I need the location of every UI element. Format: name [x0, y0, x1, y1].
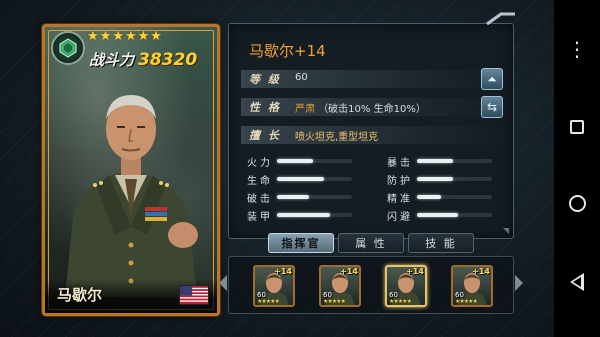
roster-portrait[interactable]: +14 60 ★★★★★ [253, 265, 295, 307]
stat-7: 闪避 [387, 208, 507, 224]
personality-row: 性 格 严肃 （破击10% 生命10%） ⇆ [241, 96, 507, 118]
portrait-stars: ★★★★★ [455, 298, 478, 305]
stat-label: 破击 [247, 194, 273, 205]
menu-dots-icon[interactable]: ⋮ [567, 39, 587, 59]
stat-bar [417, 195, 492, 199]
stat-bar [277, 213, 352, 217]
stat-bar [277, 177, 352, 181]
stat-1: 暴击 [387, 154, 507, 170]
roster-portrait[interactable]: +14 60 ★★★★★ [319, 265, 361, 307]
change-personality-button[interactable]: ⇆ [481, 96, 503, 118]
collapse-chevron-icon[interactable] [485, 12, 517, 26]
stat-bar [417, 213, 492, 217]
stat-label: 精准 [387, 194, 413, 205]
commander-info-panel: 马歇尔+14 等 级 60 ⏶ 性 格 严肃 （破击10% 生命10%） ⇆ 擅… [228, 12, 515, 239]
roster-portrait[interactable]: +14 60 ★★★★★ [451, 265, 493, 307]
stat-0: 火力 [247, 154, 367, 170]
portrait-stars: ★★★★★ [323, 298, 346, 305]
android-nav-bar: ⋮ [554, 0, 600, 337]
green-gem-rank-icon [51, 31, 85, 65]
swap-arrows-icon: ⇆ [486, 100, 498, 114]
stat-label: 防护 [387, 176, 413, 187]
tab-2[interactable]: 技 能 [408, 233, 474, 253]
stat-6: 装甲 [247, 208, 367, 224]
roster-prev-arrow-icon[interactable] [219, 275, 227, 291]
stat-bar [277, 159, 352, 163]
stat-2: 生命 [247, 172, 367, 188]
tab-0[interactable]: 指挥官 [268, 233, 334, 253]
stat-bar [417, 177, 492, 181]
star-icon: ★ [150, 29, 162, 44]
level-value: 60 [295, 72, 308, 83]
portrait-stars: ★★★★★ [257, 298, 280, 305]
home-icon[interactable] [568, 194, 586, 212]
personality-value: 严肃 [295, 104, 315, 115]
us-flag-icon [179, 285, 209, 305]
general-portrait [65, 95, 198, 297]
level-row: 等 级 60 ⏶ [241, 68, 507, 90]
commander-card: ★ ★ ★ ★ ★ ★ 战斗力 38320 马歇尔 [42, 24, 220, 316]
recent-apps-icon[interactable] [570, 119, 584, 134]
specialty-row: 擅 长 喷火坦克,重型坦克 [241, 126, 507, 144]
portrait-plus: +14 [406, 267, 424, 276]
stat-5: 精准 [387, 190, 507, 206]
stat-4: 破击 [247, 190, 367, 206]
general-title: 马歇尔+14 [249, 42, 326, 60]
portrait-plus: +14 [340, 267, 358, 276]
stat-bar [417, 159, 492, 163]
star-icon: ★ [137, 29, 150, 44]
roster-portrait[interactable]: +14 60 ★★★★★ [385, 265, 427, 307]
stat-label: 火力 [247, 158, 273, 169]
star-icon: ★ [112, 29, 124, 44]
star-icon: ★ [99, 29, 112, 44]
double-chevron-up-icon: ⏶ [487, 71, 497, 86]
back-icon[interactable] [570, 272, 584, 291]
stat-label: 装甲 [247, 212, 273, 223]
combat-power-value: 38320 [138, 50, 198, 70]
star-icon: ★ [124, 29, 137, 44]
specialty-label: 擅 长 [249, 129, 281, 142]
portrait-plus: +14 [472, 267, 490, 276]
personality-detail: （破击10% 生命10%） [318, 104, 426, 115]
stat-3: 防护 [387, 172, 507, 188]
stat-bar [277, 195, 352, 199]
stat-label: 闪避 [387, 212, 413, 223]
commander-card-name: 马歇尔 [57, 286, 103, 304]
stat-label: 生命 [247, 176, 273, 187]
combat-power: 战斗力 38320 [89, 49, 197, 70]
star-icon: ★ [87, 29, 99, 44]
portrait-plus: +14 [274, 267, 292, 276]
commander-roster: +14 60 ★★★★★ +14 60 ★★★★★ +14 60 ★★★★★ +14 60 ★★★★★ [219, 256, 523, 314]
portrait-stars: ★★★★★ [389, 298, 412, 305]
level-up-button[interactable]: ⏶ [481, 68, 503, 90]
roster-next-arrow-icon[interactable] [515, 275, 523, 291]
panel-tabs: 指挥官属 性技 能 [268, 233, 474, 253]
specialty-value: 喷火坦克,重型坦克 [295, 132, 379, 143]
level-label: 等 级 [249, 73, 281, 86]
stat-label: 暴击 [387, 158, 413, 169]
personality-label: 性 格 [249, 101, 281, 114]
card-star-rating: ★ ★ ★ ★ ★ ★ [87, 30, 162, 43]
combat-power-label: 战斗力 [89, 51, 135, 69]
tab-1[interactable]: 属 性 [338, 233, 404, 253]
